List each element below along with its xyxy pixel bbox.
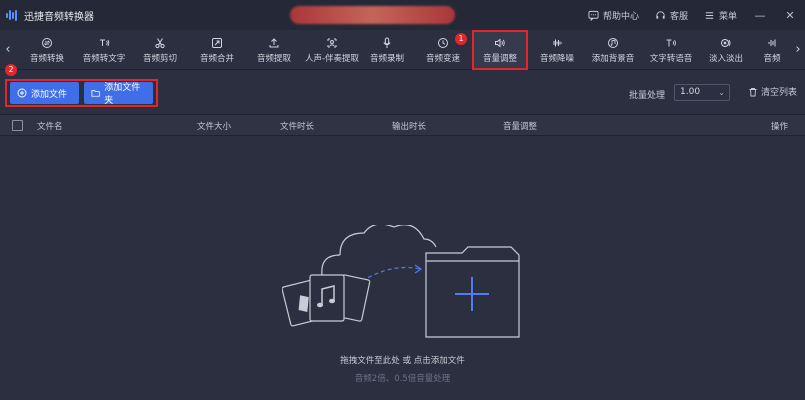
tool-fade-in-out[interactable]: 淡入淡出	[703, 32, 749, 68]
hamburger-icon	[705, 11, 714, 19]
drop-sub-hint-text: 音频2倍、0.5倍音量处理	[354, 374, 451, 384]
tool-audio-denoise[interactable]: 音频降噪	[532, 32, 582, 68]
extract-icon	[269, 37, 279, 47]
batch-value: 1.00	[680, 87, 701, 97]
column-file-duration[interactable]: 文件时长	[280, 120, 314, 132]
text-speech-icon	[666, 39, 676, 46]
tool-label: 音频转换	[29, 53, 64, 64]
tool-add-bg-music[interactable]: 添加背景音	[588, 32, 638, 68]
tool-volume-adjust[interactable]: 音量调整	[472, 30, 528, 70]
tool-audio-to-text[interactable]: 音频转文字	[76, 32, 132, 68]
close-button[interactable]: ✕	[783, 8, 797, 22]
add-folder-button[interactable]: 添加文件夹	[84, 82, 153, 106]
toolbar-next-arrow[interactable]: ›	[793, 42, 803, 58]
chat-icon	[588, 10, 599, 21]
folder-icon	[91, 90, 100, 97]
select-all-checkbox[interactable]	[12, 120, 23, 131]
speed-icon	[438, 37, 448, 48]
add-file-label: 添加文件	[31, 89, 68, 100]
step-badge-1: 1	[455, 33, 467, 45]
column-volume-adjust[interactable]: 音量调整	[503, 120, 537, 132]
customer-service-label: 客服	[669, 11, 688, 22]
toolbar-prev-arrow[interactable]: ‹	[3, 42, 13, 58]
tool-label: 音量调整	[482, 53, 517, 64]
tool-vocal-accompaniment[interactable]: 人声-伴奏提取	[302, 32, 362, 68]
action-bar: 2 添加文件 添加文件夹 批量处理 1.00 ⌄ 清空列表	[0, 64, 805, 113]
function-toolbar: ‹ 音频转换 音频转文字 音频剪切 音频合并 音频提取 人声-伴奏提取 音频录制…	[0, 30, 805, 70]
tool-text-to-speech[interactable]: 文字转语音	[645, 32, 697, 68]
merge-icon	[212, 37, 222, 48]
tool-label: 文字转语音	[649, 53, 693, 64]
waveform-icon	[768, 39, 776, 46]
app-title: 迅捷音频转换器	[24, 11, 94, 23]
convert-icon	[42, 37, 52, 48]
chevron-down-icon: ⌄	[718, 88, 725, 97]
speech-text-icon	[100, 39, 110, 46]
column-file-name[interactable]: 文件名	[37, 120, 63, 132]
volume-icon	[495, 37, 505, 48]
tool-label: 音频变速	[425, 53, 460, 64]
scissors-icon	[155, 37, 165, 48]
help-center-label: 帮助中心	[602, 11, 639, 22]
tool-label: 添加背景音	[591, 53, 635, 64]
customer-service-button[interactable]: 客服	[655, 9, 688, 22]
menu-button[interactable]: 菜单	[704, 9, 737, 22]
batch-process-label: 批量处理	[628, 91, 665, 101]
title-bar: 迅捷音频转换器 帮助中心 客服 菜单 — ✕	[0, 0, 805, 30]
app-logo-icon	[6, 9, 20, 21]
bg-music-icon	[608, 37, 618, 48]
tool-audio-convert[interactable]: 音频转换	[22, 32, 72, 68]
clear-list-label: 清空列表	[760, 88, 797, 98]
microphone-icon	[383, 37, 391, 48]
plus-circle-icon	[17, 88, 27, 98]
tool-audio-record[interactable]: 音频录制	[364, 32, 410, 68]
tool-label: 音频剪切	[142, 53, 177, 64]
tool-label: 音频合并	[199, 53, 234, 64]
column-output-duration[interactable]: 输出时长	[392, 120, 426, 132]
blurred-banner	[290, 6, 455, 24]
file-drop-area[interactable]: 拖拽文件至此处 或 点击添加文件 音频2倍、0.5倍音量处理	[0, 137, 805, 400]
tool-label: 音频录制	[369, 53, 404, 64]
tool-audio-extract[interactable]: 音频提取	[249, 32, 299, 68]
tool-label: 音频转文字	[82, 53, 126, 64]
drop-hint-text: 拖拽文件至此处 或 点击添加文件	[340, 356, 465, 366]
voice-separate-icon	[327, 38, 337, 47]
tool-audio-more[interactable]: 音频	[757, 32, 787, 68]
tool-label: 音频	[763, 53, 781, 64]
tool-audio-cut[interactable]: 音频剪切	[135, 32, 185, 68]
minimize-button[interactable]: —	[753, 8, 767, 22]
add-file-button[interactable]: 添加文件	[10, 82, 79, 104]
file-table-header: 文件名 文件大小 文件时长 输出时长 音量调整 操作	[0, 114, 805, 136]
help-center-button[interactable]: 帮助中心	[588, 9, 639, 22]
headset-icon	[656, 10, 665, 19]
tool-audio-merge[interactable]: 音频合并	[192, 32, 242, 68]
tool-label: 人声-伴奏提取	[304, 53, 360, 64]
tool-label: 音频降噪	[539, 53, 574, 64]
tool-label: 音频提取	[256, 53, 291, 64]
batch-value-select[interactable]: 1.00 ⌄	[674, 84, 730, 101]
step-badge-2: 2	[5, 64, 17, 76]
column-file-size[interactable]: 文件大小	[197, 120, 231, 132]
fade-icon	[721, 38, 731, 47]
cloud-upload-illustration	[282, 225, 520, 338]
add-folder-label: 添加文件夹	[104, 83, 141, 106]
denoise-icon	[553, 39, 562, 46]
menu-label: 菜单	[718, 11, 737, 22]
trash-icon	[749, 87, 757, 96]
column-actions: 操作	[771, 122, 789, 132]
clear-list-button[interactable]: 清空列表	[748, 85, 797, 98]
tool-label: 淡入淡出	[708, 53, 743, 64]
